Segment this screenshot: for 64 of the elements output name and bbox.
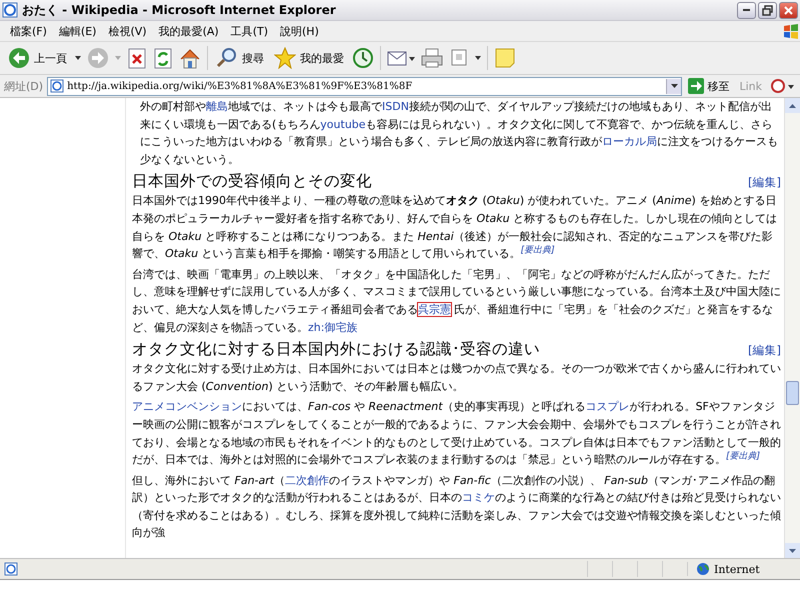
security-zone-label: Internet bbox=[714, 562, 760, 576]
close-icon bbox=[783, 4, 794, 16]
article-link[interactable]: コミケ bbox=[462, 491, 495, 504]
close-button[interactable] bbox=[779, 2, 798, 18]
favorites-button[interactable]: 我的最愛 bbox=[272, 46, 346, 70]
restore-button[interactable] bbox=[758, 2, 777, 18]
minimize-button[interactable] bbox=[737, 2, 756, 18]
back-button[interactable]: 上一頁 bbox=[6, 46, 69, 70]
article-link[interactable]: ISDN bbox=[382, 100, 409, 113]
paragraph: 外の町村部や離島地域では、ネットは今も最高でISDN接続が関の山で、ダイヤルアップ接続だけの地域もあり、ネット配信が出来にくい環境も一因である(もちろんyoutube も容易には見られない）。オタク文化に関して不寛容で、かつ伝統を重んじ、さらにこういった地方はいわゆる「教育県」という場合も多く、テレビ局の放送内容に教育行政がローカル局に注文をつけるケースも少なくないという。 bbox=[139, 99, 779, 168]
article-link[interactable]: 離島 bbox=[206, 100, 228, 113]
article-link[interactable]: アニメコンベンション bbox=[132, 400, 242, 414]
citation-needed-link[interactable]: [要出典] bbox=[726, 451, 760, 462]
page-icon bbox=[4, 562, 18, 576]
dropdown-caret-icon[interactable] bbox=[75, 56, 81, 60]
menu-item[interactable]: 編輯(E) bbox=[52, 24, 102, 38]
paragraph: 但し、海外において Fan-art（二次創作のイラストやマンガ）や Fan-fic（二次創作の小説）、 Fan-sub（マンガ･アニメ作品の翻訳）といった形でオタク的な活動が行われることはあるが、日本のコミケのように商業的な行為との結び付きは殆ど見受けられない（寄付を求めることはある）。むしろ、採算を度外視して純粋に活動を楽しみ、ファン大会では交遊や情報交換を楽しむといった傾向が強 bbox=[132, 472, 781, 542]
dropdown-caret-icon[interactable] bbox=[475, 56, 481, 60]
scrollbar-thumb[interactable] bbox=[786, 381, 799, 405]
paragraph: アニメコンベンションにおいては、Fan-cos や Reenactment（史的事実再現）と呼ばれる コスプレが行われる。SFやファンタジー映画の公開に観客がコスプレをしてくることが一般的であるように、ファン大会会期中、会場外でもコスプレを行うことが許されており、会場となる地域の市民もそれをイベント的なものとして受け止めている。コスプレ自体は日本でもファン活動として一般的だが、日本では、海外とは対照的に会場外でコスプレ衣装のまま行動するのは「禁忌」という暗黙のルールが存在する。$^{[要出典]}$ bbox=[132, 399, 781, 468]
refresh-icon[interactable] bbox=[153, 48, 173, 68]
menu-item[interactable]: 檔案(F) bbox=[4, 24, 53, 38]
globe-icon bbox=[696, 562, 710, 576]
search-button[interactable]: 搜尋 bbox=[214, 46, 266, 70]
menu-item[interactable]: 我的最愛(A) bbox=[152, 24, 225, 38]
go-arrow-icon bbox=[688, 78, 704, 94]
article-link[interactable]: zh:御宅族 bbox=[308, 320, 358, 334]
restore-icon bbox=[762, 4, 773, 16]
article-link[interactable]: コスプレ bbox=[586, 400, 630, 414]
scroll-down-button[interactable] bbox=[785, 543, 800, 558]
minimize-icon bbox=[743, 9, 750, 11]
stop-icon[interactable] bbox=[127, 48, 147, 68]
address-label: 網址(D) bbox=[4, 78, 44, 94]
windows-flag-icon bbox=[782, 22, 800, 40]
section-heading: 日本国外での受容傾向とその変化 bbox=[132, 171, 372, 192]
go-button[interactable]: 移至 bbox=[686, 78, 732, 94]
paragraph: オタク文化に対する受け止め方は、日本国外においては日本とは幾つかの点で異なる。その一つが欧米で古くから盛んに行われているファン大会 (Convention) という活動で、その年齢層も幅広い。 bbox=[132, 361, 781, 395]
paragraph: 台湾では、映画「電車男」の上映以来、「オタク」を中国語化した「宅男」、「阿宅」などの呼称がだんだん広がってきた。ただし、意味を理解せずに誤用している人が多く、マスコミまで誤用しているという厳しい事態になっている。台湾本土及び中国大陸において、絶大な人気を博したバラエティ番組司会者である呉宗憲 氏が、番組進行中に「宅男」を「社会のクズだ」と発言をするなど、偏見の深刻さを物語っている。zh:御宅族 bbox=[132, 266, 781, 336]
browser-logo-icon bbox=[2, 2, 18, 18]
history-icon[interactable] bbox=[352, 47, 374, 69]
home-icon[interactable] bbox=[179, 48, 201, 68]
article-link[interactable]: ローカル局 bbox=[602, 135, 657, 148]
menu-item[interactable]: 說明(H) bbox=[274, 24, 325, 38]
star-icon bbox=[274, 47, 296, 69]
down-caret-icon bbox=[789, 548, 796, 552]
paragraph: 日本国外では1990年代中後半より、一種の尊敬の意味を込めてオタク (Otaku) が使われていた。アニメ (Anime) を始めとする日本発のポピュラーカルチャー愛好者を指す名称であり、好んで自らを Otaku と称するものも存在した。しかし現在の傾向としては自らを Otaku と呼称することは稀になりつつある。また Hentai（後述）が一般社会に認知され、否定的なニュアンスを帯びた影響で、Otaku という言葉も相手を揶揄・嘲笑する用語として用いられている。$^{[要出典]}$ bbox=[132, 193, 778, 262]
edit-link[interactable]: [編集] bbox=[748, 342, 781, 360]
printer-icon[interactable] bbox=[421, 47, 443, 69]
window-title: おたく - Wikipedia - Microsoft Internet Explorer bbox=[22, 2, 337, 18]
dropdown-caret-icon[interactable] bbox=[670, 84, 678, 88]
page-icon bbox=[50, 79, 64, 93]
search-icon bbox=[216, 47, 238, 69]
article-link[interactable]: youtube bbox=[320, 118, 366, 131]
menu-item[interactable]: 工具(T) bbox=[224, 24, 274, 38]
article-link[interactable]: 呉宗憲 bbox=[418, 302, 451, 316]
address-input[interactable]: http://ja.wikipedia.org/wiki/%E3%81%8A%E3%81%9F%E3%81%8F bbox=[67, 80, 664, 92]
citation-needed-link[interactable]: [要出典] bbox=[520, 246, 555, 256]
scroll-up-button[interactable] bbox=[785, 98, 800, 113]
edit-link[interactable]: [編集] bbox=[748, 174, 781, 192]
up-caret-icon bbox=[789, 104, 796, 108]
menu-item[interactable]: 檢視(V) bbox=[102, 24, 153, 38]
section-heading: オタク文化に対する日本国内外における認識･受容の違い bbox=[132, 339, 540, 360]
address-field[interactable]: http://ja.wikipedia.org/wiki/%E3%81%8A%E3%81%9F%E3%81%8F bbox=[47, 76, 682, 96]
article-link[interactable]: 二次創作 bbox=[285, 474, 330, 487]
